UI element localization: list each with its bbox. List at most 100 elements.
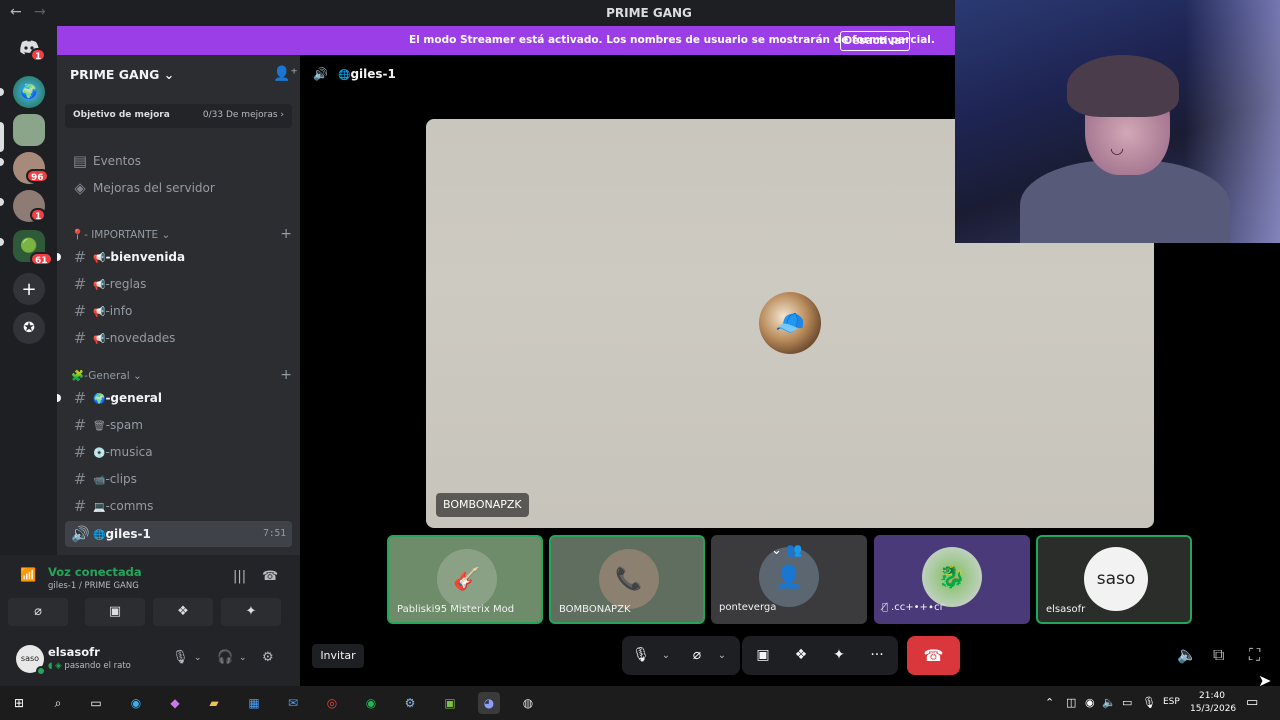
megaphone-icon: 📢 [93,253,106,264]
create-channel-icon[interactable]: + [280,367,292,383]
channel-sidebar: PRIME GANG ⌄ 👤⁺ Objetivo de mejora 0/33 … [57,55,300,555]
home-badge: 1 [30,48,47,62]
channel-general[interactable]: # 🌍-general [57,385,292,411]
screen-share-button[interactable]: ▣ [85,598,145,626]
channel-bienvenida[interactable]: # 📢-bienvenida [57,244,292,270]
activities-button[interactable]: ❖ [153,598,213,626]
server-badge: 1 [30,208,47,222]
task-view-icon[interactable]: ▭ [85,692,107,714]
obs-recording-icon[interactable]: ◍ [517,692,539,714]
network-icon[interactable]: ▭ [1122,696,1132,709]
chevron-up-icon[interactable]: ⌃ [1045,696,1054,709]
channel-info[interactable]: # 📢-info [65,298,292,324]
participant-tile[interactable]: saso elsasofr [1036,535,1192,624]
search-icon[interactable]: ⌕ [47,692,69,714]
speaker-icon: 🔊 [71,525,90,543]
gear-icon[interactable]: ⚙ [262,650,274,665]
category-general[interactable]: 🧩-General ⌄ + [71,367,292,385]
tray-app-icon[interactable]: ◫ [1066,696,1076,709]
invite-button[interactable]: Invitar [312,644,364,668]
disconnect-icon[interactable]: ☎ [262,569,278,584]
create-channel-icon[interactable]: + [280,226,292,242]
disconnect-call-button[interactable]: ☎ [907,636,960,675]
input-language[interactable]: ESP [1163,697,1180,707]
avatar: 🐉 [922,547,982,607]
fullscreen-icon[interactable]: ⛶ [1249,645,1260,665]
server-unread-pill [0,238,4,246]
channel-novedades[interactable]: # 📢-novedades [65,325,292,351]
chevron-down-icon[interactable]: ⌄ [658,636,674,675]
hashtag-icon: # [73,275,87,293]
soundboard-button[interactable]: ✦ [221,598,281,626]
avatar: saso [1084,547,1148,611]
participant-tile[interactable]: 👤 ⌄ 👥 pontevergа [711,535,867,624]
boost-goal-label: Objetivo de mejora [73,110,170,120]
notifications-icon[interactable]: ▭ [1246,695,1258,710]
signal-strength-icon[interactable]: 📶 [20,568,36,583]
mail-icon[interactable]: ✉ [282,692,304,714]
pop-out-icon[interactable]: ⧉ [1213,645,1224,665]
add-server-icon[interactable]: + [13,273,45,305]
chrome-icon[interactable]: ◎ [321,692,343,714]
volume-icon[interactable]: 🔈 [1177,645,1197,664]
tray-app-icon[interactable]: ◉ [1085,696,1095,709]
participant-tile[interactable]: 🐉 🎙̸ .сс+•+∙сг [874,535,1030,624]
game-launcher-icon[interactable]: ▣ [439,692,461,714]
edge-browser-icon[interactable]: ◉ [125,692,147,714]
boost-goal-bar[interactable]: Objetivo de mejora 0/33 De mejoras › [65,104,292,128]
soundboard-icon[interactable]: ✦ [824,636,854,675]
discover-compass-icon[interactable]: ✪ [13,312,45,344]
camera-off-button[interactable]: ⌀ [8,598,68,626]
mic-camera-controls: 🎙 ⌄ ⌀ ⌄ [622,636,740,675]
channel-comms[interactable]: # 💻-comms [65,493,292,519]
voice-channel-giles-1[interactable]: 🔊 🌐giles-1 7:51 [65,521,292,547]
participant-tile[interactable]: 🎸 Pabliski95 Misterix Mod [387,535,543,624]
voice-connected-panel: 📶 Voz conectada giles-1 / PRIME GANG |||… [0,555,300,686]
microphone-icon[interactable]: 🎙 [626,636,656,675]
microphone-icon[interactable]: 🎙 [1142,696,1156,709]
globe-server-icon[interactable]: 🌍 [13,76,45,108]
channel-clips[interactable]: # 📹-clips [65,466,292,492]
server-avatar-icon[interactable] [13,114,45,146]
system-clock[interactable]: 21:40 15/3/2026 [1190,690,1236,716]
muted-mic-icon: 🎙̸ [882,602,889,613]
spotify-icon[interactable]: ◉ [360,692,382,714]
headphones-icon[interactable]: 🎧 [217,650,233,665]
chevron-down-icon[interactable]: ⌄ 👥 [771,543,802,558]
chevron-down-icon[interactable]: ⌄ [194,653,202,663]
speaker-icon[interactable]: 🔈 [1102,696,1116,709]
participant-tile[interactable]: 📞 BOMBONAPZK [549,535,705,624]
noise-suppression-icon[interactable]: ||| [233,569,246,584]
activities-icon[interactable]: ❖ [786,636,816,675]
category-important[interactable]: 📍- IMPORTANTE ⌄ + [71,226,292,244]
windows-start-icon[interactable]: ⊞ [8,692,30,714]
microphone-icon[interactable]: 🎙 [172,650,189,665]
more-options-icon[interactable]: ··· [862,636,892,675]
copilot-icon[interactable]: ◆ [164,692,186,714]
chevron-down-icon[interactable]: ⌄ [239,653,247,663]
disable-streamer-mode-button[interactable]: Desactivar [840,31,910,51]
steam-icon[interactable]: ⚙ [399,692,421,714]
music-disc-icon: 💿 [93,448,106,459]
discord-taskbar-icon[interactable]: ◕ [478,692,500,714]
channel-reglas[interactable]: # 📢-reglas [65,271,292,297]
camera-off-icon[interactable]: ⌀ [682,636,712,675]
file-explorer-icon[interactable]: ▰ [203,692,225,714]
sidebar-item-server-boosts[interactable]: ◈ Mejoras del servidor [65,175,292,201]
channel-spam[interactable]: # 🗑-spam [65,412,292,438]
username[interactable]: elsasofr [48,645,100,659]
invite-people-icon[interactable]: 👤⁺ [273,66,298,82]
server-badge: 96 [26,169,49,183]
server-header[interactable]: PRIME GANG ⌄ 👤⁺ [57,55,300,93]
server-selected-pill [0,122,4,152]
channel-musica[interactable]: # 💿-musica [65,439,292,465]
voice-connected-title[interactable]: Voz conectada [48,565,142,579]
sidebar-item-events[interactable]: ▤ Eventos [65,148,292,174]
streamer-mode-banner: El modo Streamer está activado. Los nomb… [57,26,955,55]
store-icon[interactable]: ▦ [243,692,265,714]
voice-connected-subtitle[interactable]: giles-1 / PRIME GANG [48,581,139,591]
speaker-icon: 🔊 [313,67,328,81]
screen-share-icon[interactable]: ▣ [748,636,778,675]
unread-indicator [57,394,61,402]
chevron-down-icon[interactable]: ⌄ [714,636,730,675]
